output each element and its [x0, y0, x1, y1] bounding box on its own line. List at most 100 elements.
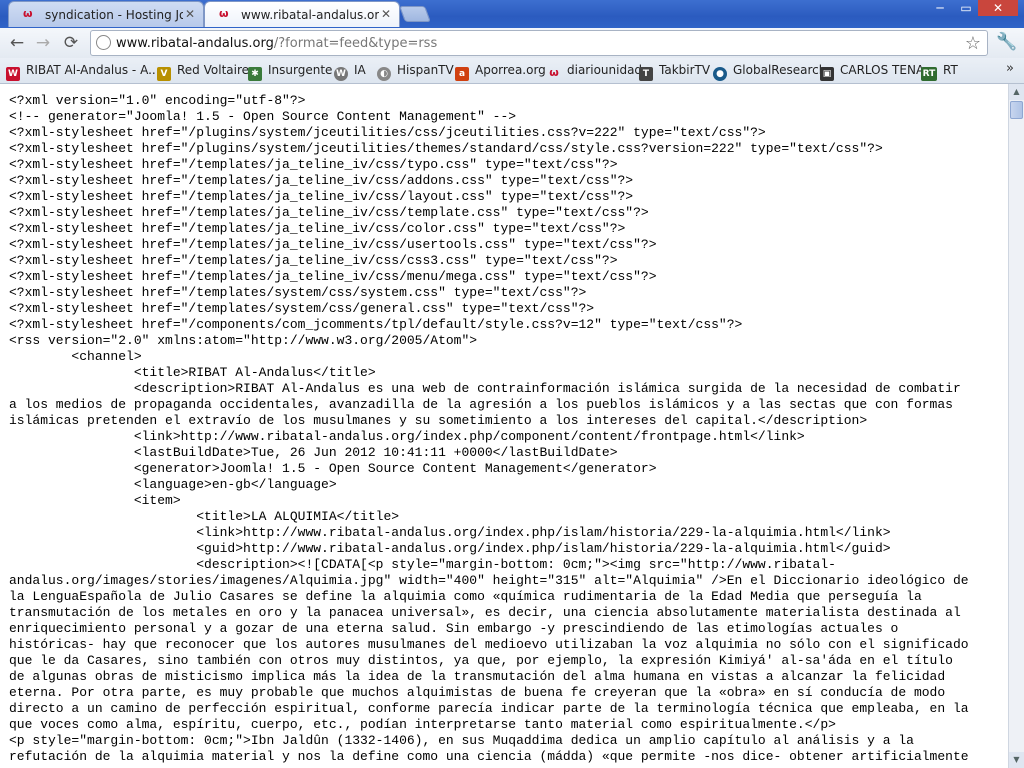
address-bar[interactable]: www.ribatal-andalus.org/?format=feed&typ… — [90, 30, 988, 56]
xml-line: <?xml-stylesheet href="/templates/ja_tel… — [9, 221, 626, 236]
takbirtv-icon: T — [639, 67, 653, 81]
scroll-down-arrow-icon[interactable]: ▼ — [1009, 752, 1024, 768]
xml-line: <lastBuildDate>Tue, 26 Jun 2012 10:41:11… — [9, 445, 618, 460]
xml-line: a los medios de propaganda occidentales,… — [9, 397, 953, 412]
bookmark-ribat[interactable]: W RIBAT Al-Andalus - A... — [6, 63, 160, 81]
bookmark-label: RIBAT Al-Andalus - A... — [26, 63, 160, 77]
xml-line: refutación de la alquimia material y nos… — [9, 749, 969, 764]
aporrea-icon: a — [455, 67, 469, 81]
bookmark-takbirtv[interactable]: T TakbirTV — [639, 63, 711, 81]
xml-line: <?xml-stylesheet href="/templates/ja_tel… — [9, 189, 634, 204]
xml-line: <language>en-gb</language> — [9, 477, 337, 492]
bookmark-star-icon[interactable]: ☆ — [965, 33, 981, 54]
xml-line: <?xml-stylesheet href="/templates/ja_tel… — [9, 173, 634, 188]
tab-strip: ω syndication - Hosting Joomla ✕ ω www.r… — [0, 0, 1024, 28]
ribat-favicon-icon: ω — [23, 7, 33, 20]
hispantv-icon: ◐ — [377, 67, 391, 81]
xml-line: <item> — [9, 493, 181, 508]
forward-button[interactable]: → — [32, 32, 54, 54]
wordpress-icon: W — [334, 67, 348, 81]
xml-line: <?xml-stylesheet href="/plugins/system/j… — [9, 125, 766, 140]
maximize-button[interactable]: ▭ — [952, 0, 980, 16]
url-text: www.ribatal-andalus.org/?format=feed&typ… — [116, 36, 437, 51]
xml-line: eterna. Por otra parte, es muy probable … — [9, 685, 946, 700]
tab-label: www.ribatal-andalus.org/?forr — [241, 8, 379, 22]
bookmarks-overflow-chevron-icon[interactable]: » — [1006, 61, 1014, 76]
xml-line: <?xml-stylesheet href="/components/com_j… — [9, 317, 743, 332]
page-content: <?xml version="1.0" encoding="utf-8"?> <… — [0, 84, 1008, 768]
bookmark-label: Insurgente — [268, 63, 333, 77]
xml-line: la LenguaEspañola de Julio Casares se de… — [9, 589, 922, 604]
bookmark-red-voltaire[interactable]: V Red Voltaire — [157, 63, 250, 81]
back-button[interactable]: ← — [6, 32, 28, 54]
xml-line: <?xml-stylesheet href="/templates/ja_tel… — [9, 269, 657, 284]
tab-syndication[interactable]: ω syndication - Hosting Joomla ✕ — [8, 1, 204, 27]
xml-line: <description><![CDATA[<p style="margin-b… — [9, 557, 836, 572]
xml-line: históricas- hay que reconocer que los au… — [9, 637, 969, 652]
xml-line: <channel> — [9, 349, 142, 364]
close-tab-icon[interactable]: ✕ — [381, 7, 391, 21]
bookmark-ia[interactable]: W IA — [334, 63, 366, 81]
bookmark-aporrea[interactable]: a Aporrea.org — [455, 63, 546, 81]
reload-button[interactable]: ⟳ — [60, 32, 82, 54]
xml-line: <p style="margin-bottom: 0cm;">Ibn Jaldû… — [9, 733, 914, 748]
vertical-scrollbar[interactable]: ▲ ▼ — [1008, 84, 1024, 768]
xml-line: <link>http://www.ribatal-andalus.org/ind… — [9, 525, 891, 540]
xml-line: <?xml-stylesheet href="/templates/ja_tel… — [9, 253, 618, 268]
xml-line: andalus.org/images/stories/imagenes/Alqu… — [9, 573, 969, 588]
bookmark-globalresearch[interactable]: ● GlobalResearch — [713, 63, 827, 81]
xml-line: enriquecimiento personal y a gozar de un… — [9, 621, 899, 636]
ribat-icon: W — [6, 67, 20, 81]
bookmark-label: CARLOS TENA — [840, 63, 925, 77]
xml-line: <generator>Joomla! 1.5 - Open Source Con… — [9, 461, 657, 476]
xml-line: de algunas obras de misticismo implica m… — [9, 669, 946, 684]
xml-line: que voces como alma, espíritu, cuerpo, e… — [9, 717, 836, 732]
xml-line: <?xml-stylesheet href="/templates/ja_tel… — [9, 205, 649, 220]
wrench-menu-icon[interactable]: 🔧 — [996, 32, 1017, 52]
bookmark-label: TakbirTV — [659, 63, 711, 77]
bookmark-label: IA — [354, 63, 366, 77]
bookmark-label: GlobalResearch — [733, 63, 827, 77]
bookmark-label: RT — [943, 63, 958, 77]
xml-line: <guid>http://www.ribatal-andalus.org/ind… — [9, 541, 891, 556]
toolbar: ← → ⟳ www.ribatal-andalus.org/?format=fe… — [0, 28, 1024, 58]
insurgente-icon: ✱ — [248, 67, 262, 81]
bookmark-label: HispanTV — [397, 63, 454, 77]
url-path: /?format=feed&type=rss — [273, 36, 438, 51]
xml-line: <rss version="2.0" xmlns:atom="http://ww… — [9, 333, 478, 348]
bookmark-carlos-tena[interactable]: ▣ CARLOS TENA — [820, 63, 925, 81]
xml-line: transmutación de los metales en oro y la… — [9, 605, 961, 620]
scroll-up-arrow-icon[interactable]: ▲ — [1009, 84, 1024, 100]
xml-source-text: <?xml version="1.0" encoding="utf-8"?> <… — [0, 84, 1008, 765]
xml-line: <?xml-stylesheet href="/templates/system… — [9, 285, 587, 300]
bookmarks-bar: W RIBAT Al-Andalus - A... V Red Voltaire ✱… — [0, 58, 1024, 84]
xml-line: <?xml-stylesheet href="/plugins/system/j… — [9, 141, 883, 156]
minimize-button[interactable]: ─ — [926, 0, 954, 16]
tab-label: syndication - Hosting Joomla — [45, 8, 183, 22]
ribat-favicon-icon: ω — [219, 7, 229, 20]
bookmark-insurgente[interactable]: ✱ Insurgente — [248, 63, 333, 81]
xml-line: <title>LA ALQUIMIA</title> — [9, 509, 400, 524]
close-tab-icon[interactable]: ✕ — [185, 7, 195, 21]
xml-line: <!-- generator="Joomla! 1.5 - Open Sourc… — [9, 109, 517, 124]
bookmark-diariounidad[interactable]: ω diariounidad — [547, 63, 642, 79]
xml-line: <link>http://www.ribatal-andalus.org/ind… — [9, 429, 805, 444]
tab-feed[interactable]: ω www.ribatal-andalus.org/?forr ✕ — [204, 1, 400, 27]
close-window-button[interactable]: ✕ — [978, 0, 1018, 16]
bookmark-label: diariounidad — [567, 63, 643, 77]
xml-line: <description>RIBAT Al-Andalus es una web… — [9, 381, 961, 396]
scrollbar-thumb[interactable] — [1010, 101, 1023, 119]
xml-line: <?xml-stylesheet href="/templates/system… — [9, 301, 595, 316]
carlostena-icon: ▣ — [820, 67, 834, 81]
xml-line: que le da Casares, sino también con otro… — [9, 653, 953, 668]
bookmark-label: Red Voltaire — [177, 63, 250, 77]
xml-line: <?xml-stylesheet href="/templates/ja_tel… — [9, 157, 618, 172]
diariounidad-icon: ω — [549, 66, 559, 79]
bookmark-rt[interactable]: RT RT — [921, 63, 958, 81]
globe-icon — [96, 35, 111, 50]
voltaire-icon: V — [157, 67, 171, 81]
bookmark-label: Aporrea.org — [475, 63, 546, 77]
new-tab-button[interactable] — [399, 6, 431, 22]
bookmark-hispantv[interactable]: ◐ HispanTV — [377, 63, 454, 81]
xml-line: <?xml-stylesheet href="/templates/ja_tel… — [9, 237, 657, 252]
